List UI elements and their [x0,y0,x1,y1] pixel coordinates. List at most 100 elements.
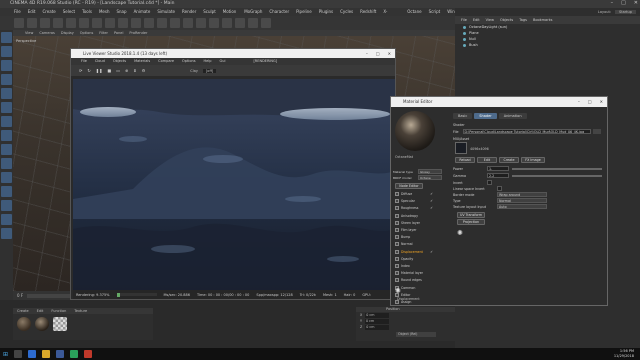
material-thumb-clay[interactable] [53,317,67,331]
gamma-slider[interactable] [512,174,602,177]
channel-row[interactable]: Anisotropy [395,213,433,219]
channel-row[interactable]: Normal [395,241,433,247]
octane-icon[interactable] [70,350,79,358]
lv-menu-help[interactable]: Help [204,58,212,65]
power-input[interactable]: 1. [487,166,509,171]
channel-checkbox[interactable] [395,228,399,233]
mat-menu-function[interactable]: Function [51,309,66,313]
y-axis-icon[interactable] [105,18,115,28]
grid-icon[interactable] [1,186,12,197]
channel-checkbox[interactable] [395,271,399,276]
channel-checkbox[interactable] [395,206,399,211]
paint-icon[interactable] [1,214,12,225]
fx-image-button[interactable]: FX Image [521,157,545,163]
explorer-icon[interactable] [42,350,51,358]
channel-row-selected[interactable]: Displacement ✓ [395,249,433,255]
axis-mode-icon[interactable] [1,130,12,141]
menu-select[interactable]: Select [63,8,75,16]
model-mode-icon[interactable] [1,46,12,57]
minimize-icon[interactable]: – [611,0,614,8]
channel-row[interactable]: Material layer [395,270,433,276]
tab-shader[interactable]: Shader [474,113,497,119]
menu-file[interactable]: File [14,8,21,16]
channel-checkbox[interactable] [395,278,399,283]
edit-button[interactable]: Edit [477,157,497,163]
channel-checkbox[interactable] [395,249,399,254]
light-icon[interactable] [261,18,271,28]
lv-menu-file[interactable]: File [81,58,87,65]
material-editor-title-bar[interactable]: Material Editor – □ ✕ [391,97,607,107]
render-icon[interactable] [144,18,154,28]
move-icon[interactable] [53,18,63,28]
lv-close-icon[interactable]: ✕ [388,49,391,58]
menu-animate[interactable]: Animate [134,8,151,16]
file-path-input[interactable]: D:\Personal\Cloud\Landscape Tutorial\Cir… [462,129,591,134]
mat-menu-create[interactable]: Create [17,309,29,313]
x-axis-icon[interactable] [92,18,102,28]
border-mode-dropdown[interactable]: Wrap around [497,192,547,197]
type-dropdown[interactable]: Normal [497,198,547,203]
menu-sculpt[interactable]: Sculpt [203,8,216,16]
redo-icon[interactable] [27,18,37,28]
material-preview-sphere[interactable] [395,111,435,151]
menu-plugins[interactable]: Plugins [319,8,333,16]
lv-menu-cloud[interactable]: Cloud [95,58,105,65]
snap-icon[interactable] [1,158,12,169]
menu-create[interactable]: Create [42,8,55,16]
make-editable-icon[interactable] [1,32,12,43]
object-row[interactable]: Bush [455,42,640,48]
power-slider[interactable] [512,167,602,170]
media-icon[interactable] [84,350,93,358]
mat-menu-texture[interactable]: Texture [74,309,87,313]
lv-stop-icon[interactable]: ■ [107,68,111,73]
channel-row[interactable]: Bump [395,234,433,240]
texture-thumbnail[interactable] [455,142,467,154]
channel-checkbox[interactable] [395,242,399,247]
lv-save-icon[interactable]: ⬇ [133,68,136,73]
live-viewer-render[interactable] [73,79,395,291]
menu-simulate[interactable]: Simulate [157,8,175,16]
channel-checkbox[interactable] [395,263,399,268]
lv-focus-icon[interactable]: ⊕ [125,68,128,73]
cinema4d-icon[interactable] [56,350,65,358]
lv-pause-icon[interactable]: ❚❚ [96,68,103,73]
coord-z-input[interactable]: 0 cm [365,324,390,330]
nurbs-icon[interactable] [196,18,206,28]
lock-icon[interactable] [1,172,12,183]
channel-row[interactable]: Index [395,263,433,269]
coord-y-input[interactable]: 0 cm [365,318,390,324]
material-thumb-mud[interactable] [17,317,31,331]
scene-icon[interactable] [235,18,245,28]
menu-mesh[interactable]: Mesh [99,8,110,16]
lv-clay-dropdown[interactable]: [off] [202,68,217,73]
z-axis-icon[interactable] [118,18,128,28]
channel-checkbox[interactable] [395,235,399,240]
create-button[interactable]: Create [499,157,519,163]
menu-cycles4d[interactable]: Cycles 4D [340,8,353,22]
windows-start-icon[interactable]: ⊞ [3,351,8,358]
mat-menu-edit[interactable]: Edit [37,309,44,313]
om-menu-bookmarks[interactable]: Bookmarks [533,16,553,24]
frame-current[interactable]: 0 F [17,293,23,298]
channel-checkbox[interactable] [395,256,399,261]
menu-snap[interactable]: Snap [116,8,126,16]
gamma-input[interactable]: 2.2 [487,173,509,178]
lv-menu-gui[interactable]: Gui [220,58,226,65]
om-menu-objects[interactable]: Objects [500,16,513,24]
channel-row[interactable]: Opacity [395,256,433,262]
uv-transform-button[interactable]: UV Transform [457,212,485,218]
lv-menu-options[interactable]: Options [182,58,196,65]
close-icon[interactable]: ✕ [634,0,638,8]
search-icon[interactable] [14,350,23,358]
workplane-icon[interactable] [1,74,12,85]
menu-script[interactable]: Script [429,8,441,16]
channel-checkbox[interactable] [395,220,399,225]
undo-icon[interactable] [14,18,24,28]
lv-region-icon[interactable]: ▭ [116,68,120,73]
menu-pipeline[interactable]: Pipeline [296,8,312,16]
texture-layout-dropdown[interactable]: Auto [497,204,547,209]
psr-icon[interactable] [1,228,12,239]
lv-minimize-icon[interactable]: – [366,49,368,58]
lv-menu-materials[interactable]: Materials [134,58,150,65]
render-settings-icon[interactable] [157,18,167,28]
